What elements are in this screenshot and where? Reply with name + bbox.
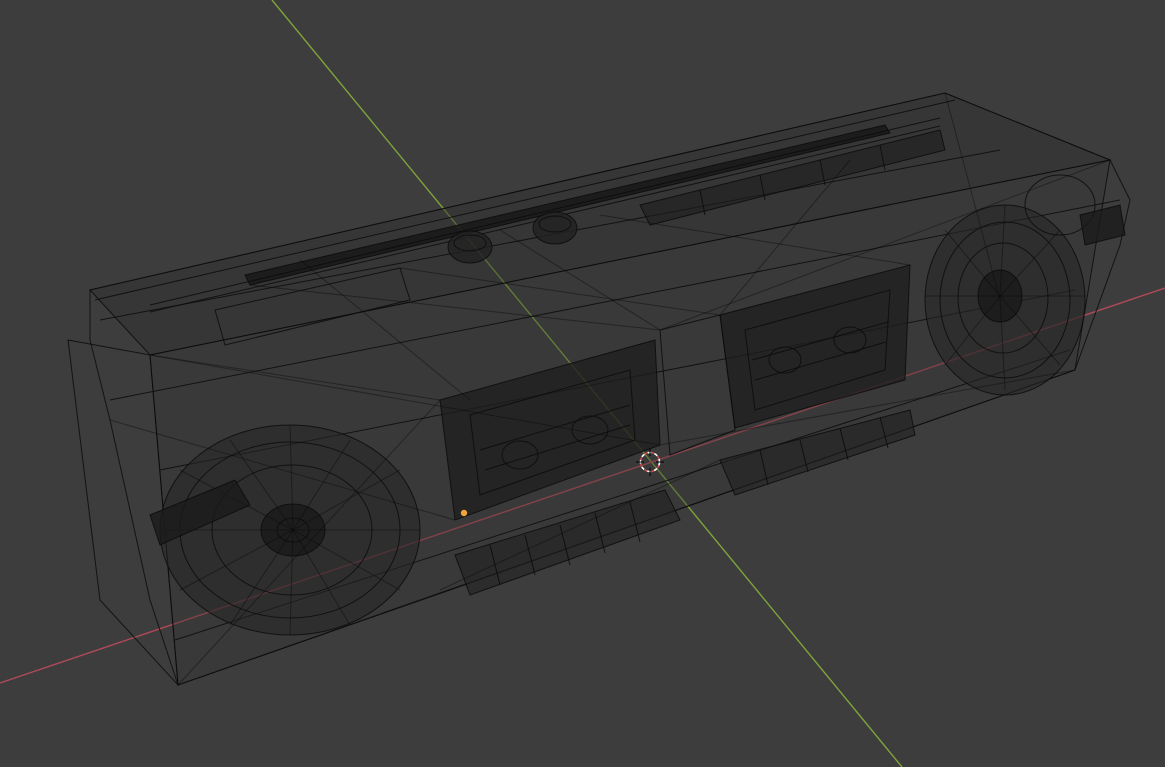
- 3d-viewport[interactable]: [0, 0, 1165, 767]
- top-knob-2: [532, 211, 578, 245]
- boombox-wireframe[interactable]: [67, 92, 1131, 687]
- viewport-canvas[interactable]: [0, 0, 1165, 767]
- object-origin-dot[interactable]: [460, 509, 468, 517]
- top-knob-1: [447, 230, 493, 264]
